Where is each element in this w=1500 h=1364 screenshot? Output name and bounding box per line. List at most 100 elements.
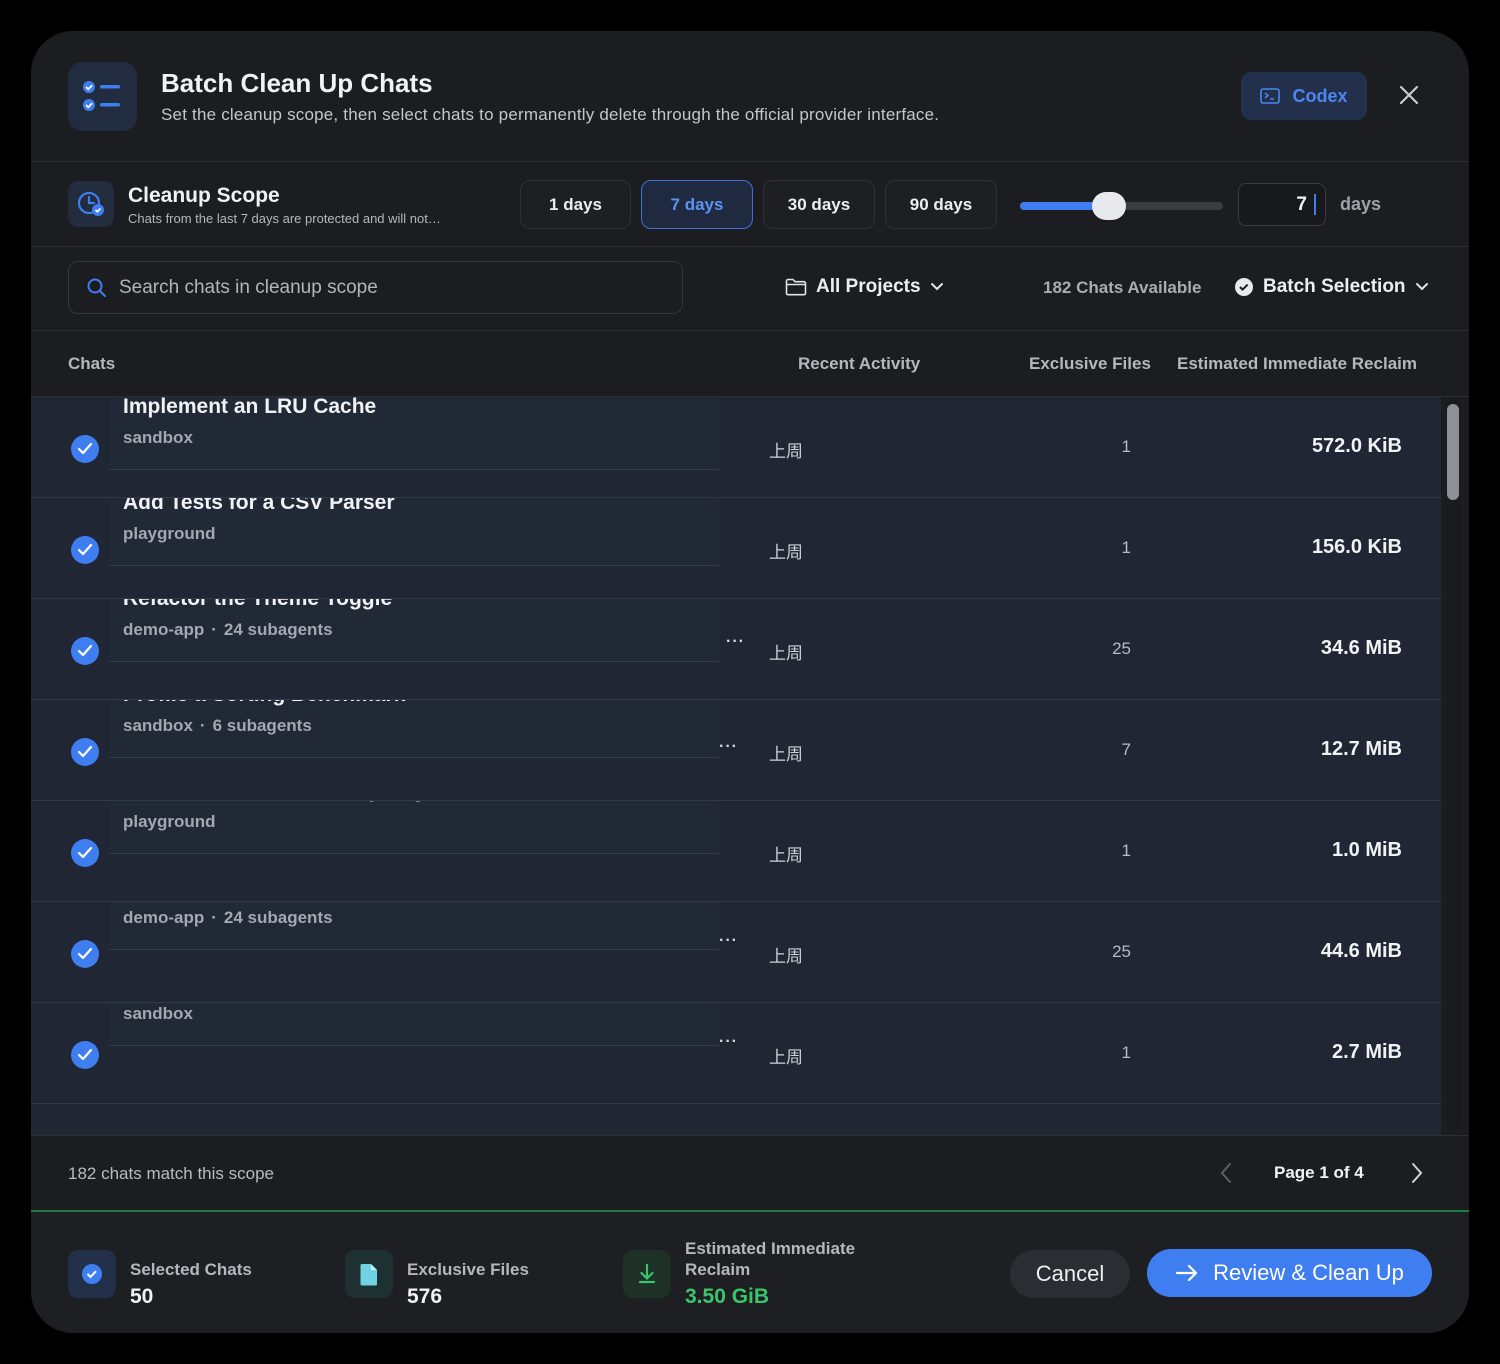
column-recent-activity[interactable]: Recent Activity <box>798 354 920 374</box>
more-icon[interactable]: ··· <box>719 738 738 756</box>
meta-separator: · <box>199 716 206 735</box>
check-circle-icon <box>68 1250 116 1298</box>
codex-button-label: Codex <box>1292 85 1348 106</box>
chat-meta: demo-app · 24 subagents <box>123 908 333 928</box>
projects-label: All Projects <box>816 276 921 297</box>
filter-row: All Projects 182 Chats Available Batch S… <box>31 247 1469 331</box>
more-icon[interactable]: ··· <box>726 633 745 651</box>
pagination-bar: 182 chats match this scope Page 1 of 4 <box>31 1135 1469 1210</box>
chat-title: Implement an LRU Cache <box>123 397 377 418</box>
codex-button[interactable]: Codex <box>1241 72 1367 120</box>
file-icon <box>345 1250 393 1298</box>
chat-project: playground <box>123 524 216 543</box>
row-checkbox[interactable] <box>71 637 99 665</box>
meta-separator: · <box>211 620 217 639</box>
table-header: Chats Recent Activity Exclusive Files Es… <box>31 331 1469 397</box>
estimated-reclaim: 44.6 MiB <box>1320 940 1402 962</box>
previous-page-button[interactable] <box>1216 1160 1236 1191</box>
day-option-1[interactable]: 1 days <box>520 180 631 229</box>
table-row[interactable]: Add Tests for a CSV Parser playground 上周 1 1… <box>31 471 1441 599</box>
clock-check-icon <box>68 181 114 227</box>
meta-separator: · <box>211 908 217 927</box>
more-icon[interactable]: ··· <box>719 932 738 950</box>
close-button[interactable] <box>1393 81 1429 111</box>
chats-table-body: Draft a Rich Text Toolbarsandbox···上周12.… <box>31 397 1441 1135</box>
chat-subagents: 6 subagents <box>212 716 312 735</box>
exclusive-files-count: 1 <box>1121 841 1131 860</box>
projects-dropdown[interactable]: All Projects <box>785 276 944 298</box>
row-checkbox[interactable] <box>71 435 99 463</box>
scroll-track <box>1445 400 1461 1130</box>
recent-activity: 上周 <box>769 947 803 966</box>
column-estimated-reclaim[interactable]: Estimated Immediate Reclaim <box>1177 354 1417 374</box>
table-row[interactable]: Draft a Rich Text Toolbarsandbox···上周12.… <box>31 951 1441 1104</box>
days-unit-label: days <box>1340 194 1382 214</box>
table-row[interactable]: Design Terminal Color Presetsdemo-app·24… <box>31 855 1441 1003</box>
scope-subtitle: Chats from the last 7 days are protected… <box>128 211 441 226</box>
column-chats[interactable]: Chats <box>68 354 115 374</box>
chat-project: sandbox <box>123 428 193 447</box>
row-checkbox[interactable] <box>71 940 99 968</box>
review-clean-up-button[interactable]: Review & Clean Up <box>1147 1249 1432 1297</box>
cancel-button[interactable]: Cancel <box>1010 1250 1130 1298</box>
check-icon <box>77 442 93 455</box>
search-icon <box>87 278 106 297</box>
batch-selection-dropdown[interactable]: Batch Selection <box>1234 276 1429 298</box>
exclusive-files-count: 7 <box>1121 740 1131 759</box>
slider-thumb[interactable] <box>1092 192 1127 220</box>
chat-project: sandbox <box>123 1004 193 1023</box>
check-icon <box>77 846 93 859</box>
day-option-90[interactable]: 90 days <box>885 180 997 229</box>
day-option-30[interactable]: 30 days <box>763 180 875 229</box>
row-checkbox[interactable] <box>71 1041 99 1069</box>
exclusive-files-count: 1 <box>1121 1043 1131 1062</box>
reclaim-label-line2: Reclaim <box>685 1260 751 1279</box>
estimated-reclaim: 156.0 KiB <box>1311 536 1402 558</box>
table-row[interactable]: Refactor the Theme Toggledemo-app·24 sub… <box>31 567 1441 700</box>
recent-activity: 上周 <box>769 543 803 562</box>
checklist-icon <box>68 62 137 131</box>
chevron-down-icon <box>1415 283 1428 291</box>
chevron-down-icon <box>930 283 943 291</box>
selection-summary: Selected Chats 50 Exclusive Files 576 Es… <box>31 1210 1469 1333</box>
more-icon[interactable]: ··· <box>719 1033 738 1051</box>
download-icon <box>623 1250 671 1298</box>
chat-project: demo-app <box>123 620 205 639</box>
chat-project: demo-app <box>123 908 205 927</box>
row-checkbox[interactable] <box>71 738 99 766</box>
row-checkbox[interactable] <box>71 839 99 867</box>
chat-subagents: 24 subagents <box>223 620 333 639</box>
scope-title: Cleanup Scope <box>128 184 280 207</box>
chat-meta: playground <box>123 524 216 544</box>
search-box[interactable] <box>68 261 683 314</box>
days-input[interactable] <box>1238 183 1326 226</box>
search-input[interactable] <box>119 274 659 302</box>
table-row[interactable]: Profile a Sorting Benchmarksandbox·6 sub… <box>31 663 1441 801</box>
arrow-right-icon <box>1176 1264 1198 1282</box>
day-option-7[interactable]: 7 days <box>641 180 753 229</box>
chat-meta: sandbox <box>123 428 193 448</box>
row-checkbox[interactable] <box>71 536 99 564</box>
exclusive-files-count: 1 <box>1121 538 1131 557</box>
close-icon <box>1399 85 1419 105</box>
chat-card[interactable]: Implement an LRU Cache sandbox <box>109 397 719 470</box>
table-row[interactable]: Implement an LRU Cache sandbox 上周 1 572.0 Ki… <box>31 397 1441 498</box>
chevron-right-icon <box>1412 1163 1423 1183</box>
column-exclusive-files[interactable]: Exclusive Files <box>1029 354 1151 374</box>
check-icon <box>77 543 93 556</box>
next-page-button[interactable] <box>1407 1160 1427 1191</box>
table-scrollbar[interactable] <box>1441 400 1467 1132</box>
selected-chats-value: 50 <box>130 1285 154 1308</box>
dialog-subtitle: Set the cleanup scope, then select chats… <box>161 105 940 124</box>
check-circle-icon <box>1235 278 1253 296</box>
scroll-thumb[interactable] <box>1447 404 1459 500</box>
table-row[interactable]: Validate WebSocket Retry Logicplayground… <box>31 759 1441 902</box>
chat-meta: sandbox · 6 subagents <box>123 716 312 736</box>
chevron-left-icon <box>1220 1163 1231 1183</box>
chats-available-count: 182 Chats Available <box>1043 278 1202 297</box>
days-slider[interactable] <box>1020 192 1223 220</box>
dialog-header: Batch Clean Up Chats Set the cleanup sco… <box>31 31 1469 162</box>
table-row[interactable]: . . . . . . . . <box>31 1104 1441 1135</box>
check-icon <box>77 745 93 758</box>
check-icon <box>77 947 93 960</box>
